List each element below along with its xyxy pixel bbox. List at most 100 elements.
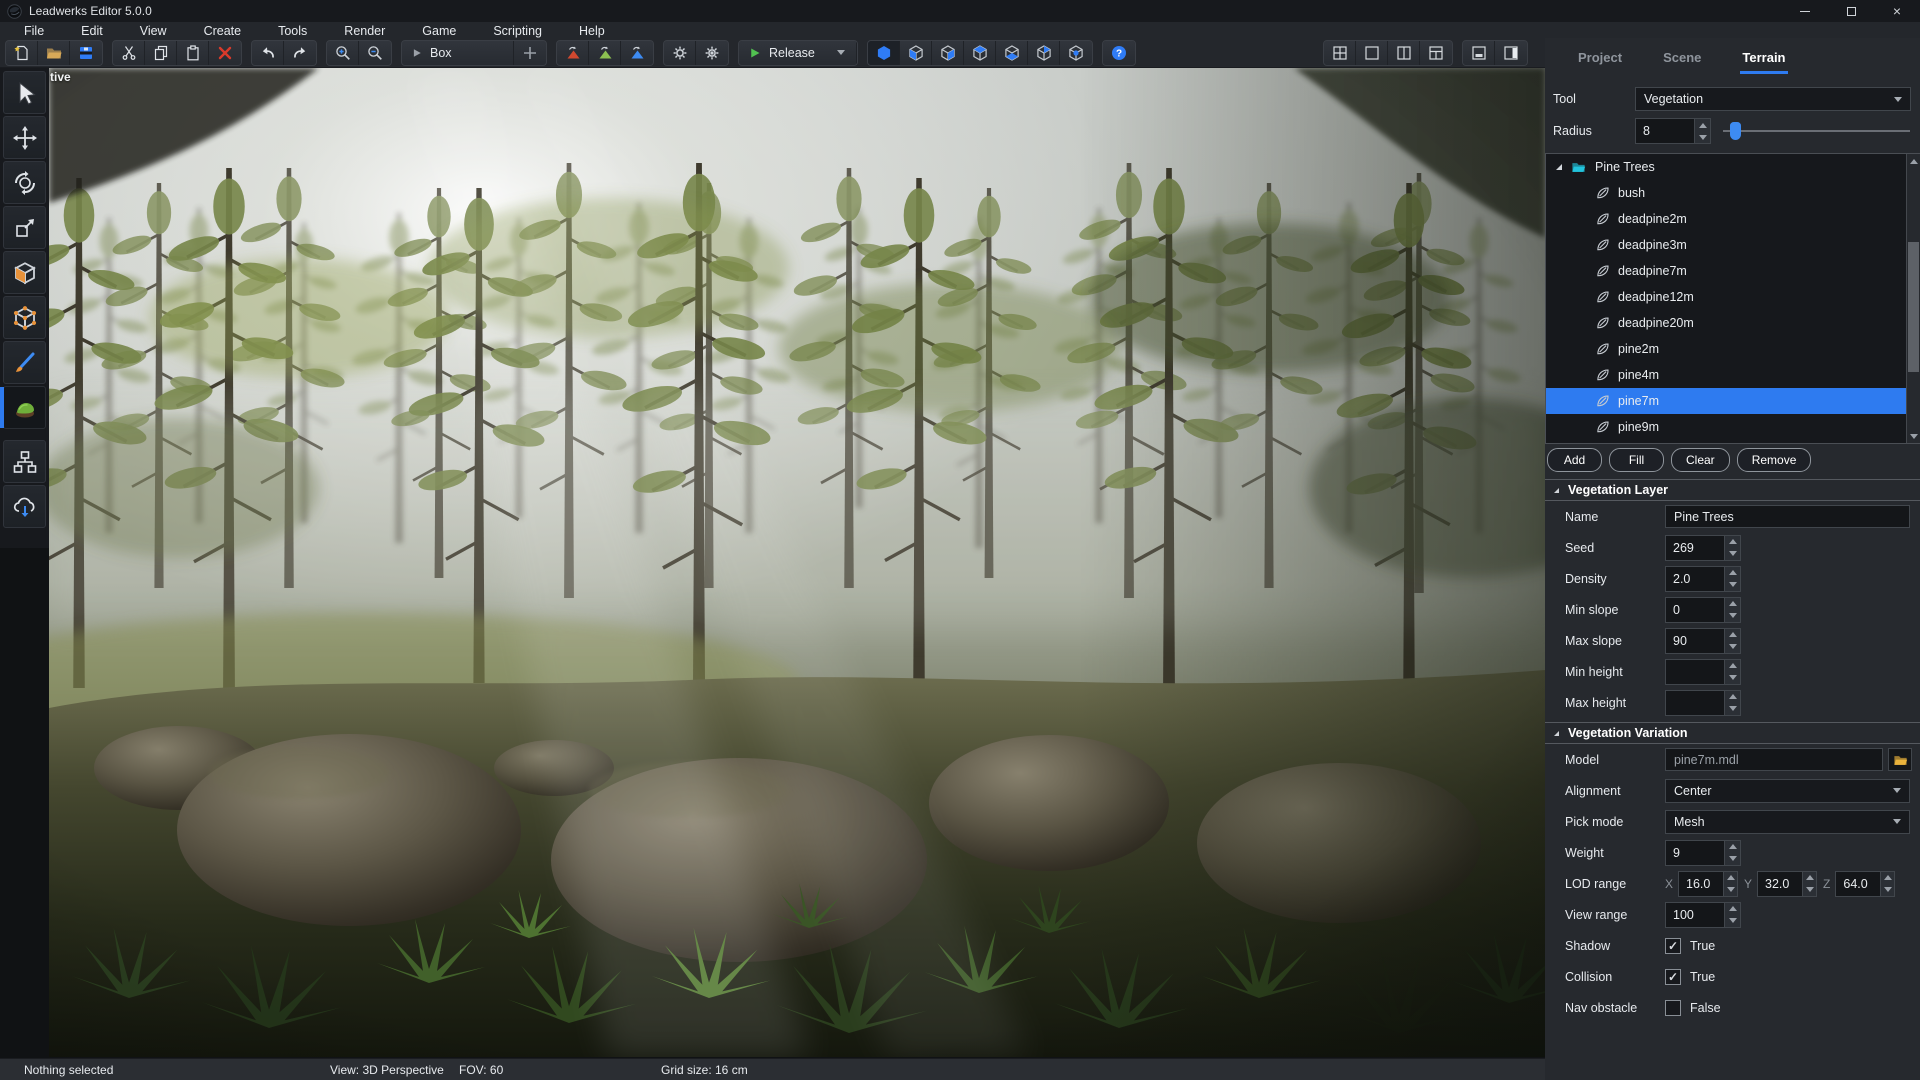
move-tool-button[interactable] <box>3 116 46 159</box>
weight-spinner[interactable] <box>1665 840 1741 866</box>
menu-game[interactable]: Game <box>408 24 479 38</box>
density-spinner[interactable] <box>1665 566 1741 592</box>
max-slope-input[interactable] <box>1666 629 1724 653</box>
sidebar-toggle-button[interactable] <box>1495 41 1527 65</box>
delete-button[interactable] <box>209 41 241 65</box>
lod-x-input[interactable] <box>1679 872 1723 896</box>
run-config-dropdown[interactable]: Release <box>739 41 857 65</box>
alignment-dropdown[interactable]: Center <box>1665 779 1910 803</box>
radius-spinner[interactable] <box>1635 118 1711 144</box>
clear-button[interactable]: Clear <box>1671 448 1730 472</box>
copy-button[interactable] <box>145 41 177 65</box>
new-button[interactable] <box>6 41 38 65</box>
spin-down-icon[interactable] <box>1695 131 1710 143</box>
tree-scrollbar[interactable] <box>1906 154 1920 443</box>
min-height-input[interactable] <box>1666 660 1724 684</box>
vegetation-variation-header[interactable]: Vegetation Variation <box>1545 722 1920 744</box>
cut-button[interactable] <box>113 41 145 65</box>
seed-spinner[interactable] <box>1665 535 1741 561</box>
max-height-spinner[interactable] <box>1665 690 1741 716</box>
max-height-input[interactable] <box>1666 691 1724 715</box>
tool-dropdown[interactable]: Vegetation <box>1635 87 1911 111</box>
tab-project[interactable]: Project <box>1576 44 1624 74</box>
terrain-paint-button[interactable] <box>621 41 653 65</box>
weight-input[interactable] <box>1666 841 1724 865</box>
seed-input[interactable] <box>1666 536 1724 560</box>
scroll-down-icon[interactable] <box>1907 429 1920 443</box>
render-mode-textured-button[interactable] <box>964 41 996 65</box>
vegetation-layer-header[interactable]: Vegetation Layer <box>1545 479 1920 501</box>
vegetation-tool-button[interactable] <box>3 386 46 429</box>
render-mode-shaded-wire-button[interactable] <box>932 41 964 65</box>
menu-create[interactable]: Create <box>190 24 265 38</box>
remove-button[interactable]: Remove <box>1737 448 1812 472</box>
min-slope-spinner[interactable] <box>1665 597 1741 623</box>
scrollbar-thumb[interactable] <box>1908 242 1919 372</box>
settings-button[interactable] <box>664 41 696 65</box>
help-button[interactable]: ? <box>1103 41 1135 65</box>
zoom-out-button[interactable] <box>359 41 391 65</box>
viewport-3d[interactable]: tive <box>49 68 1545 1057</box>
lod-y-input[interactable] <box>1758 872 1802 896</box>
render-mode-lit-button[interactable] <box>996 41 1028 65</box>
tree-item-bush[interactable]: bush <box>1546 180 1906 206</box>
menu-tools[interactable]: Tools <box>264 24 330 38</box>
tree-item-deadpine12m[interactable]: deadpine12m <box>1546 284 1906 310</box>
face-select-tool-button[interactable] <box>3 251 46 294</box>
vertex-select-tool-button[interactable] <box>3 296 46 339</box>
tree-item-pine7m[interactable]: pine7m <box>1546 388 1906 414</box>
rotate-tool-button[interactable] <box>3 161 46 204</box>
tree-item-deadpine20m[interactable]: deadpine20m <box>1546 310 1906 336</box>
paint-tool-button[interactable] <box>3 341 46 384</box>
slider-handle[interactable] <box>1730 122 1741 140</box>
undo-button[interactable] <box>252 41 284 65</box>
shadow-checkbox[interactable]: ✓ <box>1665 938 1681 954</box>
menu-render[interactable]: Render <box>330 24 408 38</box>
primitive-dropdown[interactable]: Box <box>402 41 514 65</box>
redo-button[interactable] <box>284 41 316 65</box>
render-mode-uv-button[interactable] <box>1060 41 1092 65</box>
project-settings-button[interactable] <box>696 41 728 65</box>
tree-item-deadpine2m[interactable]: deadpine2m <box>1546 206 1906 232</box>
lod-x-spinner[interactable] <box>1678 871 1738 897</box>
browse-model-button[interactable] <box>1888 748 1912 771</box>
density-input[interactable] <box>1666 567 1724 591</box>
scale-tool-button[interactable] <box>3 206 46 249</box>
add-primitive-button[interactable] <box>514 41 546 65</box>
menu-view[interactable]: View <box>126 24 190 38</box>
name-input[interactable] <box>1665 505 1910 528</box>
tree-item-pine2m[interactable]: pine2m <box>1546 336 1906 362</box>
layout-single-button[interactable] <box>1356 41 1388 65</box>
lod-y-spinner[interactable] <box>1757 871 1817 897</box>
menu-help[interactable]: Help <box>565 24 628 38</box>
max-slope-spinner[interactable] <box>1665 628 1741 654</box>
model-input[interactable] <box>1665 748 1883 771</box>
fill-button[interactable]: Fill <box>1609 448 1664 472</box>
min-slope-input[interactable] <box>1666 598 1724 622</box>
layout-quad-button[interactable] <box>1324 41 1356 65</box>
tree-item-deadpine3m[interactable]: deadpine3m <box>1546 232 1906 258</box>
open-button[interactable] <box>38 41 70 65</box>
tree-item-pine4m[interactable]: pine4m <box>1546 362 1906 388</box>
scroll-up-icon[interactable] <box>1907 154 1920 168</box>
hierarchy-tool-button[interactable] <box>3 440 46 483</box>
nav-obstacle-checkbox[interactable] <box>1665 1000 1681 1016</box>
tree-expand-icon[interactable] <box>1556 164 1562 170</box>
minimize-button[interactable] <box>1782 0 1828 22</box>
select-tool-button[interactable] <box>3 71 46 114</box>
view-range-spinner[interactable] <box>1665 902 1741 928</box>
collision-checkbox[interactable]: ✓ <box>1665 969 1681 985</box>
console-toggle-button[interactable] <box>1463 41 1495 65</box>
render-mode-solid-button[interactable] <box>868 41 900 65</box>
menu-edit[interactable]: Edit <box>67 24 126 38</box>
add-button[interactable]: Add <box>1547 448 1602 472</box>
menu-scripting[interactable]: Scripting <box>479 24 565 38</box>
pick-mode-dropdown[interactable]: Mesh <box>1665 810 1910 834</box>
spin-up-icon[interactable] <box>1695 119 1710 131</box>
terrain-smooth-button[interactable] <box>589 41 621 65</box>
radius-input[interactable] <box>1636 119 1694 143</box>
close-button[interactable]: × <box>1874 0 1920 22</box>
radius-slider[interactable] <box>1723 118 1910 144</box>
save-button[interactable] <box>70 41 102 65</box>
tab-terrain[interactable]: Terrain <box>1740 44 1787 74</box>
